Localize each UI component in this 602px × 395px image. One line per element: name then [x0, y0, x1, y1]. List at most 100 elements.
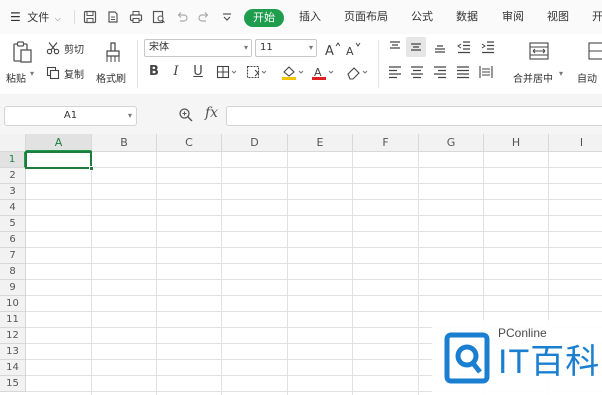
format-painter-button[interactable]: 格式刷 [96, 38, 132, 92]
column-header-b[interactable]: B [92, 134, 157, 152]
row-header-6[interactable]: 6 [0, 232, 26, 248]
increase-font-size-icon[interactable]: A [324, 41, 340, 57]
column-header-e[interactable]: E [288, 134, 353, 152]
name-box[interactable]: A1 ▾ [4, 106, 137, 126]
column-header-c[interactable]: C [157, 134, 222, 152]
column-header-g[interactable]: G [419, 134, 484, 152]
chevron-down-icon: ▾ [30, 69, 35, 78]
gridline [26, 231, 602, 232]
undo-icon[interactable] [175, 10, 189, 24]
row-header-13[interactable]: 13 [0, 344, 26, 360]
svg-text:A: A [325, 44, 334, 57]
tab-formulas[interactable]: 公式 [411, 0, 433, 34]
wrap-text-label: 自动 [577, 74, 597, 85]
row-header-11[interactable]: 11 [0, 312, 26, 328]
redo-icon[interactable] [197, 10, 211, 24]
row-header-12[interactable]: 12 [0, 328, 26, 344]
cut-button[interactable]: 剪切 [46, 40, 92, 56]
row-header-15[interactable]: 15 [0, 376, 26, 392]
save-icon[interactable] [83, 10, 97, 24]
row-header-10[interactable]: 10 [0, 296, 26, 312]
eraser-icon[interactable] [345, 65, 369, 81]
main-menu-button[interactable]: ☰ 文件 ⌵ [10, 0, 61, 34]
font-size-value: 11 [260, 42, 273, 53]
paintbrush-icon [106, 42, 120, 62]
active-cell-a1[interactable] [25, 151, 92, 169]
ribbon-divider [378, 40, 379, 88]
font-color-icon[interactable]: A [311, 65, 335, 81]
align-bottom-icon[interactable] [433, 40, 447, 54]
chevron-down-icon: ▾ [127, 111, 132, 120]
select-all-corner[interactable] [0, 134, 26, 152]
justify-icon[interactable] [456, 65, 470, 79]
bold-button[interactable]: B [147, 65, 161, 79]
row-header-3[interactable]: 3 [0, 184, 26, 200]
gridline [26, 295, 602, 296]
fill-handle[interactable] [89, 166, 94, 171]
paste-button[interactable]: 粘贴 ▾ [6, 38, 38, 92]
column-header-a[interactable]: A [26, 134, 92, 152]
file-menu-label: 文件 [27, 11, 50, 24]
underline-button[interactable]: U [191, 65, 205, 79]
wrap-text-button[interactable]: 自动 [574, 38, 602, 92]
cell-style-icon[interactable] [246, 65, 268, 79]
merge-cells-icon [529, 42, 549, 60]
print-preview-icon[interactable] [152, 10, 166, 24]
formula-bar: A1 ▾ fx [0, 94, 602, 134]
row-header-7[interactable]: 7 [0, 248, 26, 264]
tab-view[interactable]: 视图 [547, 0, 569, 34]
fill-color-icon[interactable] [281, 65, 305, 81]
tab-insert[interactable]: 插入 [299, 0, 321, 34]
column-header-d[interactable]: D [222, 134, 288, 152]
hamburger-icon: ☰ [10, 10, 21, 24]
copy-label: 复制 [64, 70, 84, 81]
chevron-down-icon: ▾ [308, 43, 313, 52]
align-middle-icon [411, 43, 421, 51]
copy-button[interactable]: 复制 [46, 64, 92, 81]
gridline [26, 311, 602, 312]
tab-data[interactable]: 数据 [456, 0, 478, 34]
column-header-i[interactable]: I [549, 134, 602, 152]
export-pdf-icon[interactable] [106, 10, 120, 24]
font-size-select[interactable]: 11 ▾ [255, 39, 317, 57]
insert-function-button[interactable]: fx [205, 105, 218, 121]
tab-page-layout[interactable]: 页面布局 [344, 0, 388, 34]
row-header-1[interactable]: 1 [0, 152, 26, 168]
tab-home[interactable]: 开始 [244, 9, 284, 27]
clipboard-icon [13, 41, 32, 63]
align-center-icon[interactable] [410, 65, 424, 79]
distributed-align-icon[interactable] [479, 65, 493, 79]
gridline [26, 279, 602, 280]
borders-icon[interactable] [216, 65, 238, 79]
align-right-icon[interactable] [433, 65, 447, 79]
chevron-down-icon: ▾ [243, 43, 248, 52]
decrease-indent-icon[interactable] [457, 40, 471, 54]
increase-indent-icon[interactable] [481, 40, 495, 54]
font-name-select[interactable]: 宋体 ▾ [144, 39, 252, 57]
watermark-brand-big: IT百科 [498, 343, 601, 381]
row-header-2[interactable]: 2 [0, 168, 26, 184]
formula-input[interactable] [226, 106, 602, 126]
cut-label: 剪切 [64, 45, 84, 56]
font-name-value: 宋体 [149, 42, 169, 53]
align-top-icon[interactable] [388, 40, 402, 54]
menu-bar: ☰ 文件 ⌵ 开始 插入 页面布局 公式 数据 审阅 视图 开 [0, 0, 602, 34]
italic-button[interactable]: I [169, 65, 183, 79]
row-header-8[interactable]: 8 [0, 264, 26, 280]
column-header-f[interactable]: F [353, 134, 419, 152]
tab-review[interactable]: 审阅 [502, 0, 524, 34]
row-header-5[interactable]: 5 [0, 216, 26, 232]
column-header-h[interactable]: H [484, 134, 549, 152]
align-left-icon[interactable] [388, 65, 402, 79]
gridline [26, 247, 602, 248]
align-middle-button[interactable] [406, 37, 426, 57]
tab-more[interactable]: 开 [592, 0, 602, 34]
customize-toolbar-icon[interactable] [220, 10, 234, 24]
row-header-14[interactable]: 14 [0, 360, 26, 376]
print-icon[interactable] [129, 10, 143, 24]
row-header-4[interactable]: 4 [0, 200, 26, 216]
decrease-font-size-icon[interactable]: A [345, 41, 361, 57]
merge-center-button[interactable]: 合并居中 ▾ [510, 38, 568, 92]
magnifier-icon[interactable] [178, 107, 194, 123]
row-header-9[interactable]: 9 [0, 280, 26, 296]
